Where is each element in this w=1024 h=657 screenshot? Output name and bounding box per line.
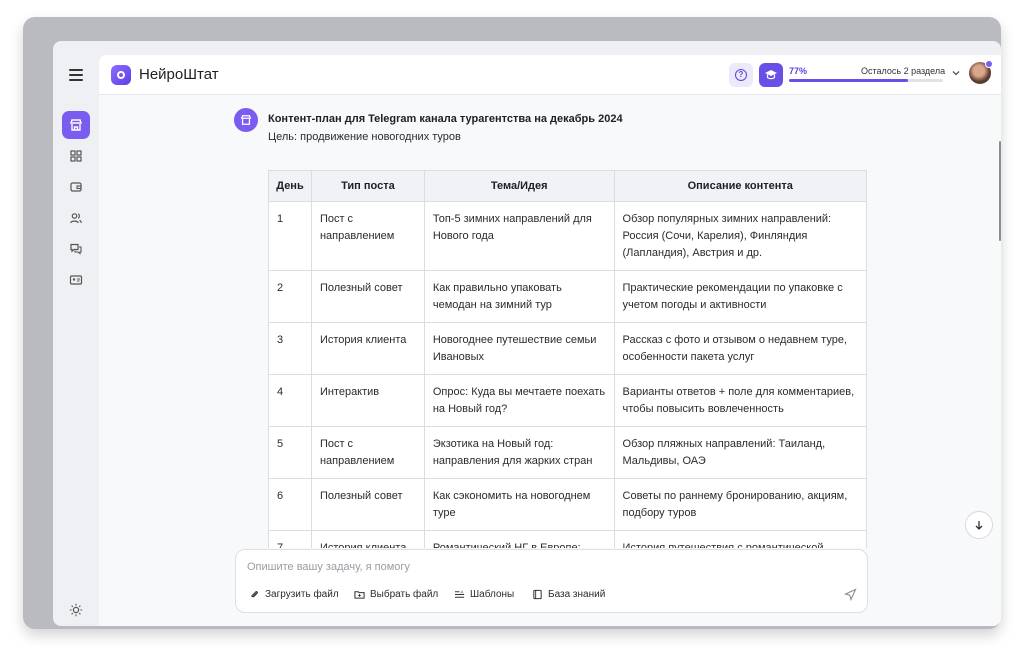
folder-icon (354, 591, 365, 599)
column-header: День (268, 170, 312, 202)
templates-label: Шаблоны (470, 589, 515, 600)
column-header: Описание контента (613, 170, 867, 202)
graduation-cap-icon (765, 70, 777, 80)
message-goal: Цель: продвижение новогодних туров (268, 131, 461, 143)
table-cell: Полезный совет (310, 478, 425, 531)
choose-file-button[interactable]: Выбрать файл (354, 589, 438, 600)
column-header: Тема/Идея (423, 170, 615, 202)
message-title: Контент-план для Telegram канала тураген… (268, 113, 623, 125)
users-icon (70, 213, 82, 224)
progress-remaining: Осталось 2 раздела (861, 66, 946, 76)
table-body: 1 Пост с направлением Топ-5 зимних направл… (268, 201, 867, 548)
task-input[interactable] (247, 561, 807, 573)
window-frame: НейроШтат ? 77% Осталось 2 раздела Конте… (23, 17, 1001, 629)
sidebar-item-wallet[interactable] (62, 173, 90, 201)
grid-icon (70, 150, 82, 162)
top-bar: НейроШтат ? 77% Осталось 2 раздела (99, 55, 1001, 95)
table-row: 4 Интерактив Опрос: Куда вы мечтаете поеха… (268, 374, 867, 427)
upload-file-button[interactable]: Загрузить файл (249, 589, 339, 600)
table-row: 7 История клиента Романтический НГ в Европ… (268, 530, 867, 548)
store-icon (70, 119, 82, 131)
table-cell: Интерактив (310, 374, 425, 427)
id-card-icon (69, 275, 83, 285)
progress-fill (789, 79, 908, 82)
table-cell: Как сэкономить на новогоднем туре (423, 478, 615, 531)
sidebar-item-id-card[interactable] (62, 266, 90, 294)
table-cell: Как правильно упаковать чемодан на зимни… (423, 270, 615, 323)
table-cell: Варианты ответов + поле для комментариев… (613, 374, 867, 427)
sidebar-item-users[interactable] (62, 204, 90, 232)
table-cell: Практические рекомендации по упаковке с … (613, 270, 867, 323)
scrollbar[interactable] (999, 141, 1001, 241)
choose-file-label: Выбрать файл (370, 589, 439, 600)
table-cell: Пост с направлением (310, 426, 425, 479)
store-icon (240, 115, 252, 125)
knowledge-base-label: База знаний (548, 589, 606, 600)
notification-dot (985, 60, 993, 68)
composer: Загрузить файл Выбрать файл A Шаблоны Ба… (235, 549, 868, 613)
table-cell: Полезный совет (310, 270, 425, 323)
content-plan-table: День Тип поста Тема/Идея Описание контен… (268, 170, 867, 548)
table-cell: Обзор популярных зимних направлений: Рос… (613, 201, 867, 271)
table-cell: Романтический НГ в Европе: (423, 530, 615, 548)
sidebar-item-grid[interactable] (62, 142, 90, 170)
table-cell: Обзор пляжных направлений: Таиланд, Маль… (613, 426, 867, 479)
table-cell: Пост с направлением (310, 201, 425, 271)
scroll-down-button[interactable] (965, 511, 993, 539)
progress-bar (789, 79, 943, 82)
table-row: 2 Полезный совет Как правильно упаковать ч… (268, 270, 867, 323)
logo-icon (111, 65, 131, 85)
send-icon[interactable] (844, 588, 857, 601)
table-cell: История клиента (310, 322, 425, 375)
table-cell: 1 (268, 201, 312, 271)
chevron-down-icon[interactable] (951, 68, 961, 78)
table-header-row: День Тип поста Тема/Идея Описание контен… (268, 170, 867, 202)
courses-button[interactable] (759, 63, 783, 87)
table-row: 1 Пост с направлением Топ-5 зимних направл… (268, 201, 867, 271)
app-window: НейроШтат ? 77% Осталось 2 раздела Конте… (53, 41, 1001, 626)
menu-icon[interactable] (69, 69, 83, 81)
column-header: Тип поста (310, 170, 425, 202)
chat-icon (70, 243, 82, 255)
progress-percent: 77% (789, 66, 808, 76)
templates-icon: A (454, 590, 464, 598)
brand-name: НейроШтат (139, 66, 219, 83)
table-cell: 3 (268, 322, 312, 375)
upload-file-label: Загрузить файл (265, 589, 339, 600)
table-cell: История путешествия с романтической (613, 530, 867, 548)
table-cell: Советы по раннему бронированию, акциям, … (613, 478, 867, 531)
svg-text:A: A (460, 590, 464, 595)
arrow-down-icon (975, 521, 983, 530)
table-row: 3 История клиента Новогоднее путешествие с… (268, 322, 867, 375)
table-cell: 4 (268, 374, 312, 427)
table-row: 6 Полезный совет Как сэкономить на новогод… (268, 478, 867, 531)
table-cell: Новогоднее путешествие семьи Ивановых (423, 322, 615, 375)
table-cell: История клиента (310, 530, 425, 548)
help-button[interactable]: ? (729, 63, 753, 87)
sun-icon[interactable] (69, 603, 83, 617)
book-icon (533, 589, 542, 600)
question-icon: ? (735, 69, 747, 81)
table-cell: 7 (268, 530, 312, 548)
wallet-icon (70, 182, 82, 192)
knowledge-base-button[interactable]: База знаний (532, 589, 605, 600)
table-cell: Экзотика на Новый год: направления для ж… (423, 426, 615, 479)
table-row: 5 Пост с направлением Экзотика на Новый го… (268, 426, 867, 479)
sidebar (53, 41, 99, 626)
table-cell: Опрос: Куда вы мечтаете поехать на Новый… (423, 374, 615, 427)
table-cell: Рассказ с фото и отзывом о недавнем туре… (613, 322, 867, 375)
table-cell: 5 (268, 426, 312, 479)
paperclip-icon (251, 591, 258, 598)
table-cell: 2 (268, 270, 312, 323)
table-cell: 6 (268, 478, 312, 531)
assistant-avatar-icon (234, 108, 258, 132)
sidebar-item-chat[interactable] (62, 235, 90, 263)
table-cell: Топ-5 зимних направлений для Нового года (423, 201, 615, 271)
sidebar-item-store[interactable] (62, 111, 90, 139)
templates-button[interactable]: A Шаблоны (454, 589, 514, 600)
